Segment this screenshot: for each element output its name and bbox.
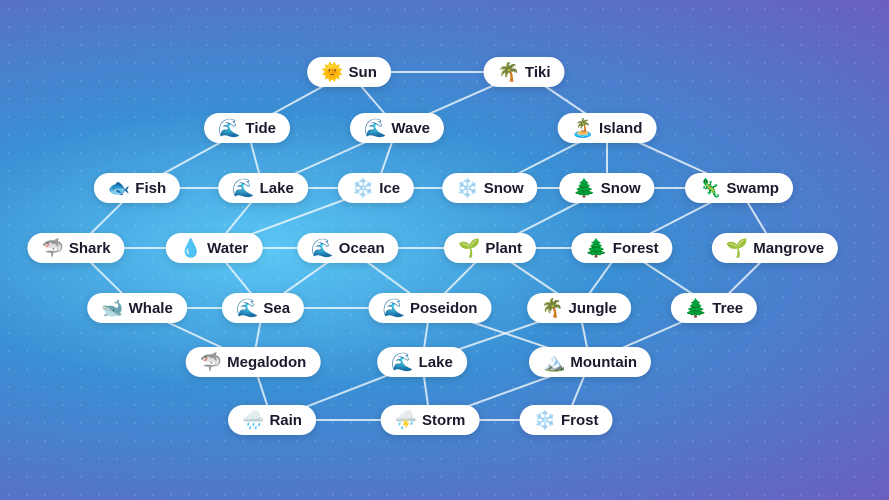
node-label-sea: Sea — [263, 300, 290, 317]
node-storm: ⛈️ Storm — [381, 405, 480, 435]
node-label-frost: Frost — [561, 412, 599, 429]
node-icon-ocean: 🌊 — [311, 239, 333, 257]
node-plant: 🌱 Plant — [444, 233, 536, 263]
node-island: 🏝️ Island — [558, 113, 657, 143]
node-label-megalodon: Megalodon — [227, 354, 306, 371]
node-icon-wave: 🌊 — [364, 119, 386, 137]
node-snow2: 🌲 Snow — [559, 173, 654, 203]
node-jungle: 🌴 Jungle — [527, 293, 631, 323]
node-icon-plant: 🌱 — [458, 239, 480, 257]
node-icon-fish: 🐟 — [108, 179, 130, 197]
nodes-layer: 🌞 Sun 🌴 Tiki 🌊 Tide 🌊 Wave 🏝️ Island 🐟 Fish 🌊 Lake ❄️ I… — [0, 0, 889, 500]
node-label-sun: Sun — [349, 64, 377, 81]
node-icon-island: 🏝️ — [572, 119, 594, 137]
node-label-fish: Fish — [135, 180, 166, 197]
node-mountain: 🏔️ Mountain — [529, 347, 651, 377]
node-ice: ❄️ Ice — [338, 173, 414, 203]
node-tree: 🌲 Tree — [671, 293, 757, 323]
node-icon-snow1: ❄️ — [456, 179, 478, 197]
node-label-forest: Forest — [613, 240, 659, 257]
node-swamp: 🦎 Swamp — [685, 173, 793, 203]
node-icon-sun: 🌞 — [321, 63, 343, 81]
node-shark: 🦈 Shark — [27, 233, 124, 263]
node-label-poseidon: Poseidon — [410, 300, 478, 317]
node-sun: 🌞 Sun — [307, 57, 391, 87]
node-sea: 🌊 Sea — [222, 293, 304, 323]
node-icon-shark: 🦈 — [41, 239, 63, 257]
node-lake1: 🌊 Lake — [218, 173, 308, 203]
node-label-lake2: Lake — [419, 354, 453, 371]
node-icon-lake2: 🌊 — [391, 353, 413, 371]
node-label-whale: Whale — [129, 300, 173, 317]
node-label-water: Water — [207, 240, 248, 257]
node-icon-whale: 🐋 — [101, 299, 123, 317]
node-icon-jungle: 🌴 — [541, 299, 563, 317]
node-label-jungle: Jungle — [569, 300, 617, 317]
node-icon-tiki: 🌴 — [498, 63, 520, 81]
node-label-ocean: Ocean — [339, 240, 385, 257]
node-mangrove: 🌱 Mangrove — [712, 233, 838, 263]
node-label-mangrove: Mangrove — [753, 240, 824, 257]
node-icon-megalodon: 🦈 — [200, 353, 222, 371]
node-icon-sea: 🌊 — [236, 299, 258, 317]
node-ocean: 🌊 Ocean — [297, 233, 398, 263]
node-icon-lake1: 🌊 — [232, 179, 254, 197]
node-label-tiki: Tiki — [525, 64, 551, 81]
node-tide: 🌊 Tide — [204, 113, 290, 143]
node-label-tree: Tree — [712, 300, 743, 317]
node-label-ice: Ice — [379, 180, 400, 197]
node-icon-mountain: 🏔️ — [543, 353, 565, 371]
node-frost: ❄️ Frost — [520, 405, 613, 435]
node-icon-rain: 🌧️ — [242, 411, 264, 429]
node-poseidon: 🌊 Poseidon — [369, 293, 492, 323]
node-icon-tide: 🌊 — [218, 119, 240, 137]
node-whale: 🐋 Whale — [87, 293, 187, 323]
node-label-snow1: Snow — [484, 180, 524, 197]
node-icon-poseidon: 🌊 — [383, 299, 405, 317]
node-label-tide: Tide — [245, 120, 276, 137]
node-icon-swamp: 🦎 — [699, 179, 721, 197]
node-icon-frost: ❄️ — [534, 411, 556, 429]
node-icon-mangrove: 🌱 — [726, 239, 748, 257]
node-label-mountain: Mountain — [570, 354, 637, 371]
node-megalodon: 🦈 Megalodon — [186, 347, 321, 377]
node-label-plant: Plant — [485, 240, 522, 257]
graph-container: 🌞 Sun 🌴 Tiki 🌊 Tide 🌊 Wave 🏝️ Island 🐟 Fish 🌊 Lake ❄️ I… — [0, 0, 889, 500]
node-icon-tree: 🌲 — [685, 299, 707, 317]
node-label-wave: Wave — [391, 120, 430, 137]
node-label-snow2: Snow — [601, 180, 641, 197]
node-fish: 🐟 Fish — [94, 173, 180, 203]
node-icon-snow2: 🌲 — [573, 179, 595, 197]
node-icon-water: 💧 — [180, 239, 202, 257]
node-icon-forest: 🌲 — [585, 239, 607, 257]
node-label-storm: Storm — [422, 412, 465, 429]
node-forest: 🌲 Forest — [571, 233, 672, 263]
node-label-rain: Rain — [269, 412, 302, 429]
node-tiki: 🌴 Tiki — [484, 57, 565, 87]
node-water: 💧 Water — [166, 233, 263, 263]
node-label-island: Island — [599, 120, 642, 137]
node-label-swamp: Swamp — [726, 180, 779, 197]
node-label-lake1: Lake — [260, 180, 294, 197]
node-lake2: 🌊 Lake — [377, 347, 467, 377]
node-snow1: ❄️ Snow — [442, 173, 537, 203]
node-rain: 🌧️ Rain — [228, 405, 316, 435]
node-label-shark: Shark — [69, 240, 111, 257]
node-icon-storm: ⛈️ — [395, 411, 417, 429]
node-wave: 🌊 Wave — [350, 113, 444, 143]
node-icon-ice: ❄️ — [352, 179, 374, 197]
